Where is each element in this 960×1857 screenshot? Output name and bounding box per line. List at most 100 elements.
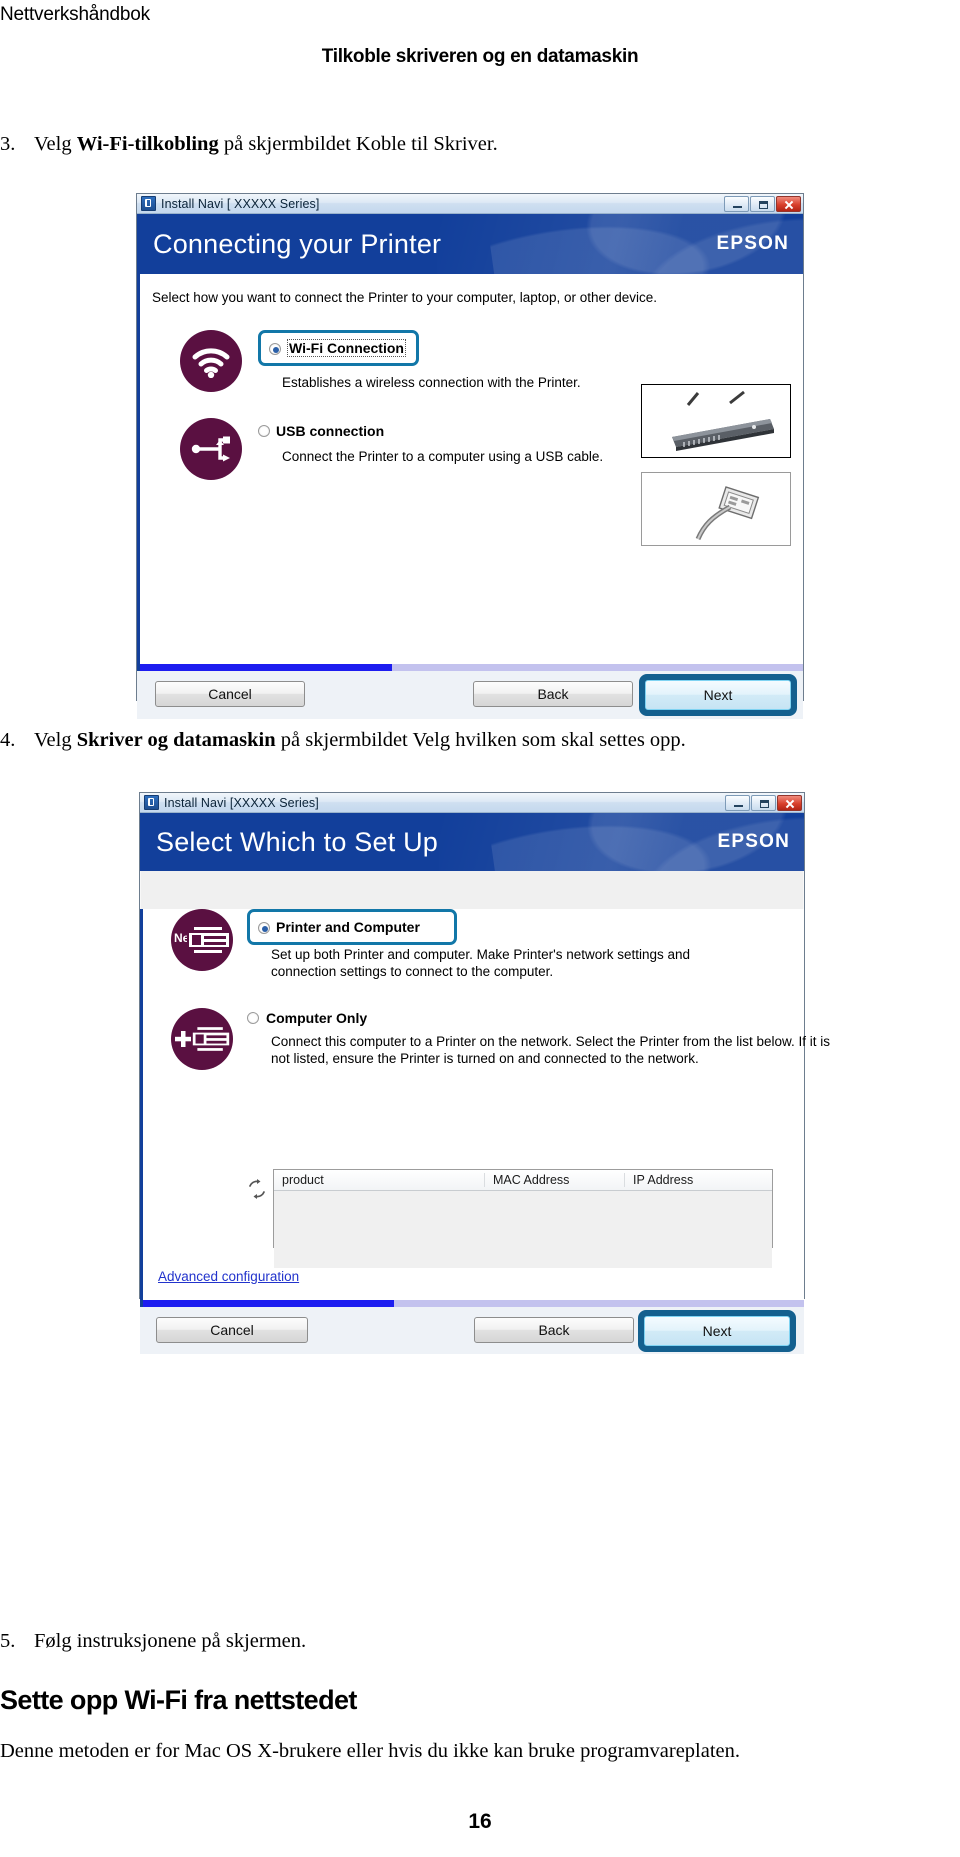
- epson-logo: EPSON: [716, 233, 789, 254]
- usb-connection-radio-group[interactable]: USB connection: [258, 423, 603, 439]
- dialog1-intro-text: Select how you want to connect the Print…: [152, 290, 658, 305]
- column-header-product: product: [282, 1173, 324, 1187]
- step-3-text: Velg Wi-Fi-tilkobling på skjermbildet Ko…: [34, 131, 820, 158]
- dialog1-cancel-button[interactable]: Cancel: [155, 681, 305, 707]
- printer-list-header: product MAC Address IP Address: [274, 1170, 772, 1191]
- column-header-mac-address: MAC Address: [484, 1173, 624, 1187]
- step-4-number: 4.: [0, 729, 16, 751]
- step-4-text-after: på skjermbildet Velg hvilken som skal se…: [275, 729, 686, 751]
- printer-list[interactable]: product MAC Address IP Address: [273, 1169, 773, 1268]
- usb-cable-image: [642, 473, 790, 545]
- wifi-connection-description: Establishes a wireless connection with t…: [282, 375, 581, 391]
- plus-glyph: [175, 1030, 191, 1047]
- dialog2-progress-fill: [143, 1300, 395, 1307]
- install-navi-select-which-dialog: Install Navi [XXXXX Series] Select Which…: [139, 792, 830, 1354]
- option-computer-only[interactable]: Computer Only Connect this computer to a…: [171, 1007, 830, 1070]
- step-5: 5. Følg instruksjonene på skjermen.: [0, 1628, 820, 1655]
- step-4-text: Velg Skriver og datamaskin på skjermbild…: [34, 727, 900, 754]
- refresh-icon[interactable]: [246, 1178, 268, 1200]
- step-3-text-before: Velg: [34, 133, 77, 155]
- step-5-number: 5.: [0, 1630, 16, 1652]
- step-5-text: Følg instruksjonene på skjermen.: [34, 1630, 307, 1652]
- dialog2-window-controls: [725, 794, 802, 811]
- dialog2-back-button[interactable]: Back: [474, 1317, 634, 1343]
- step-3-text-after: på skjermbildet Koble til Skriver.: [218, 133, 498, 155]
- step-4: 4. Velg Skriver og datamaskin på skjermb…: [0, 727, 900, 754]
- wifi-connection-radio[interactable]: [269, 343, 281, 356]
- dialog1-progress-bar: [140, 664, 803, 671]
- computer-only-radio-group[interactable]: Computer Only: [247, 1010, 846, 1026]
- usb-icon: [180, 418, 242, 480]
- minimize-icon[interactable]: [724, 195, 749, 212]
- printer-glyph: [187, 925, 231, 955]
- dialog2-progress-bar: [143, 1300, 804, 1307]
- step-4-text-before: Velg: [34, 729, 77, 751]
- printer-and-computer-label: Printer and Computer: [276, 919, 420, 935]
- computer-only-radio[interactable]: [247, 1011, 259, 1024]
- printer-and-computer-radio[interactable]: [258, 922, 270, 934]
- dialog1-title-text: Install Navi [ XXXXX Series]: [161, 196, 320, 211]
- advanced-configuration-link[interactable]: Advanced configuration: [158, 1269, 299, 1284]
- dialog1-back-button[interactable]: Back: [473, 681, 633, 707]
- printer-and-computer-description: Set up both Printer and computer. Make P…: [271, 947, 691, 979]
- dialog1-titlebar: Install Navi [ XXXXX Series]: [137, 194, 803, 214]
- printer-new-icon: New: [171, 909, 233, 971]
- dialog1-banner: Connecting your Printer EPSON: [137, 214, 803, 274]
- dialog2-banner-title: Select Which to Set Up: [156, 826, 439, 857]
- page-title: Tilkoble skriveren og en datamaskin: [321, 46, 639, 67]
- dialog2-cancel-button[interactable]: Cancel: [156, 1317, 308, 1343]
- step-3-bold: Wi-Fi-tilkobling: [76, 133, 219, 155]
- option-printer-and-computer[interactable]: New Printer and Computer Set up both Pri…: [171, 909, 804, 981]
- dialog1-button-bar: Cancel Back Next: [137, 671, 803, 719]
- step-3: 3. Velg Wi-Fi-tilkobling på skjermbildet…: [0, 131, 820, 158]
- close-icon[interactable]: [777, 794, 802, 811]
- minimize-icon[interactable]: [725, 794, 750, 811]
- dialog1-banner-title: Connecting your Printer: [153, 228, 442, 259]
- wifi-icon: [180, 330, 242, 392]
- page-number: 16: [468, 1810, 492, 1833]
- usb-connection-description: Connect the Printer to a computer using …: [282, 449, 604, 464]
- step-3-number: 3.: [0, 133, 16, 155]
- maximize-icon[interactable]: [751, 794, 776, 811]
- close-icon[interactable]: [776, 195, 801, 212]
- computer-only-description: Connect this computer to a Printer on th…: [271, 1033, 831, 1066]
- printer-list-body[interactable]: [274, 1191, 772, 1268]
- column-header-ip-address: IP Address: [624, 1173, 772, 1187]
- computer-only-label: Computer Only: [266, 1009, 368, 1026]
- dialog1-progress-fill: [140, 664, 392, 671]
- install-navi-app-icon: [141, 196, 156, 211]
- printer-add-icon: [171, 1007, 233, 1070]
- dialog2-next-button[interactable]: Next: [644, 1316, 790, 1346]
- usb-cable-thumbnail: [641, 472, 791, 546]
- usb-connection-label: USB connection: [276, 423, 385, 439]
- dialog2-content: New Printer and Computer Set up both Pri…: [140, 909, 830, 1307]
- usb-glyph: [191, 436, 230, 462]
- printer-glyph: [191, 1025, 231, 1053]
- maximize-icon[interactable]: [750, 195, 775, 212]
- dialog2-titlebar: Install Navi [XXXXX Series]: [140, 793, 804, 813]
- dialog1-next-button[interactable]: Next: [645, 680, 791, 710]
- wifi-connection-radio-group[interactable]: Wi-Fi Connection: [258, 330, 419, 367]
- dialog1-content: Select how you want to connect the Print…: [137, 274, 803, 671]
- dialog2-banner: Select Which to Set Up EPSON: [140, 813, 804, 871]
- dialog1-next-button-highlight[interactable]: Next: [639, 674, 797, 716]
- section-heading: Sette opp Wi-Fi fra nettstedet: [0, 1685, 357, 1715]
- install-navi-app-icon: [144, 795, 159, 810]
- wifi-connection-label: Wi-Fi Connection: [287, 339, 406, 358]
- dialog1-window-controls: [724, 195, 801, 212]
- epson-logo: EPSON: [717, 831, 790, 852]
- dialog2-button-bar: Cancel Back Next: [140, 1307, 804, 1354]
- wireless-router-image: [642, 385, 790, 457]
- option-wifi-connection[interactable]: Wi-Fi Connection Establishes a wireless …: [180, 330, 803, 392]
- document-page: Nettverkshåndbok Tilkoble skriveren og e…: [0, 0, 960, 1857]
- install-navi-connecting-printer-dialog: Install Navi [ XXXXX Series] Connecting …: [136, 193, 804, 719]
- dialog2-title-text: Install Navi [XXXXX Series]: [164, 795, 319, 810]
- router-thumbnail: [641, 384, 791, 458]
- printer-and-computer-radio-group[interactable]: Printer and Computer: [247, 909, 457, 945]
- section-paragraph: Denne metoden er for Mac OS X-brukere el…: [0, 1740, 741, 1762]
- step-4-bold: Skriver og datamaskin: [76, 729, 276, 751]
- wifi-glyph: [192, 348, 230, 379]
- usb-connection-radio[interactable]: [258, 425, 270, 437]
- running-head: Nettverkshåndbok: [0, 4, 150, 25]
- dialog2-next-button-highlight[interactable]: Next: [638, 1310, 796, 1352]
